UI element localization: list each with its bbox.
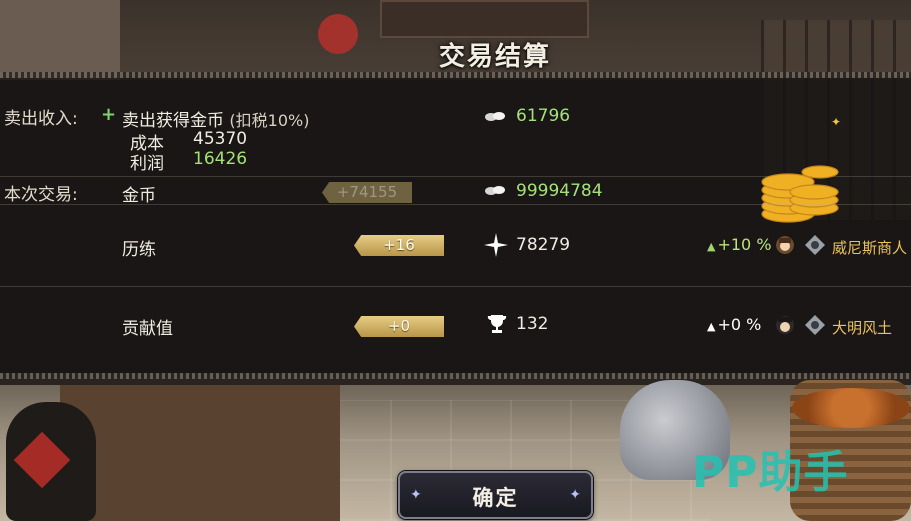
basket-goods [792,388,910,428]
sale-income-line: 卖出获得金币 (扣税10%) [122,106,309,131]
rank-badge-icon [805,315,825,335]
gold-coins-icon [761,165,839,223]
star-burst-icon [484,233,508,257]
sparkle-icon: ✦ [831,115,842,129]
scholar-avatar-icon [776,316,794,334]
up-arrow-icon: ▲ [707,240,716,253]
panel-bottom-border [0,373,911,379]
experience-label: 历练 [122,240,156,260]
trophy-icon [487,315,507,333]
gold-total: 99994784 [516,181,603,201]
confirm-button[interactable]: ✦ 确定 ✦ [398,471,593,519]
experience-total: 78279 [516,235,571,255]
cost-value: 45370 [193,129,248,149]
tax-note: (扣税10%) [229,111,310,130]
contribution-delta-ribbon: +0 [354,316,444,337]
sale-income-label: 卖出获得金币 [122,111,224,131]
profit-label: 利润 [130,154,164,174]
contribution-bonus: ▲ +0 % [707,315,762,334]
merchant-rank-title: 威尼斯商人 [832,239,908,257]
panel-top-border [0,72,911,78]
profit-value: 16426 [193,149,248,169]
shop-signboard [380,0,589,38]
culture-rank-title: 大明风土 [832,319,893,337]
rank-badge-icon [805,235,825,255]
plus-icon: + [101,104,117,125]
gold-label: 金币 [122,186,156,206]
experience-bonus: ▲ +10 % [707,235,772,254]
silver-coin-icon [485,186,505,195]
up-arrow-icon: ▲ [707,320,716,333]
row-divider [0,286,911,287]
sparkle-icon: ✦ [569,487,581,503]
silver-coin-icon [485,112,505,121]
row-divider [0,204,911,205]
sale-section-label: 卖出收入: [4,109,78,129]
page-title: 交易结算 [438,42,551,72]
sale-income-value: 61796 [516,106,571,126]
confirm-label: 确定 [472,486,519,510]
watermark-logo: PP助手 [692,447,849,498]
wooden-counter [60,385,340,521]
experience-delta-ribbon: +16 [354,235,444,256]
trade-section-label: 本次交易: [4,185,78,205]
merchant-avatar-icon [776,236,794,254]
contribution-label: 贡献值 [122,319,173,339]
contribution-total: 132 [516,314,549,334]
gold-delta-ribbon: +74155 [322,182,412,203]
